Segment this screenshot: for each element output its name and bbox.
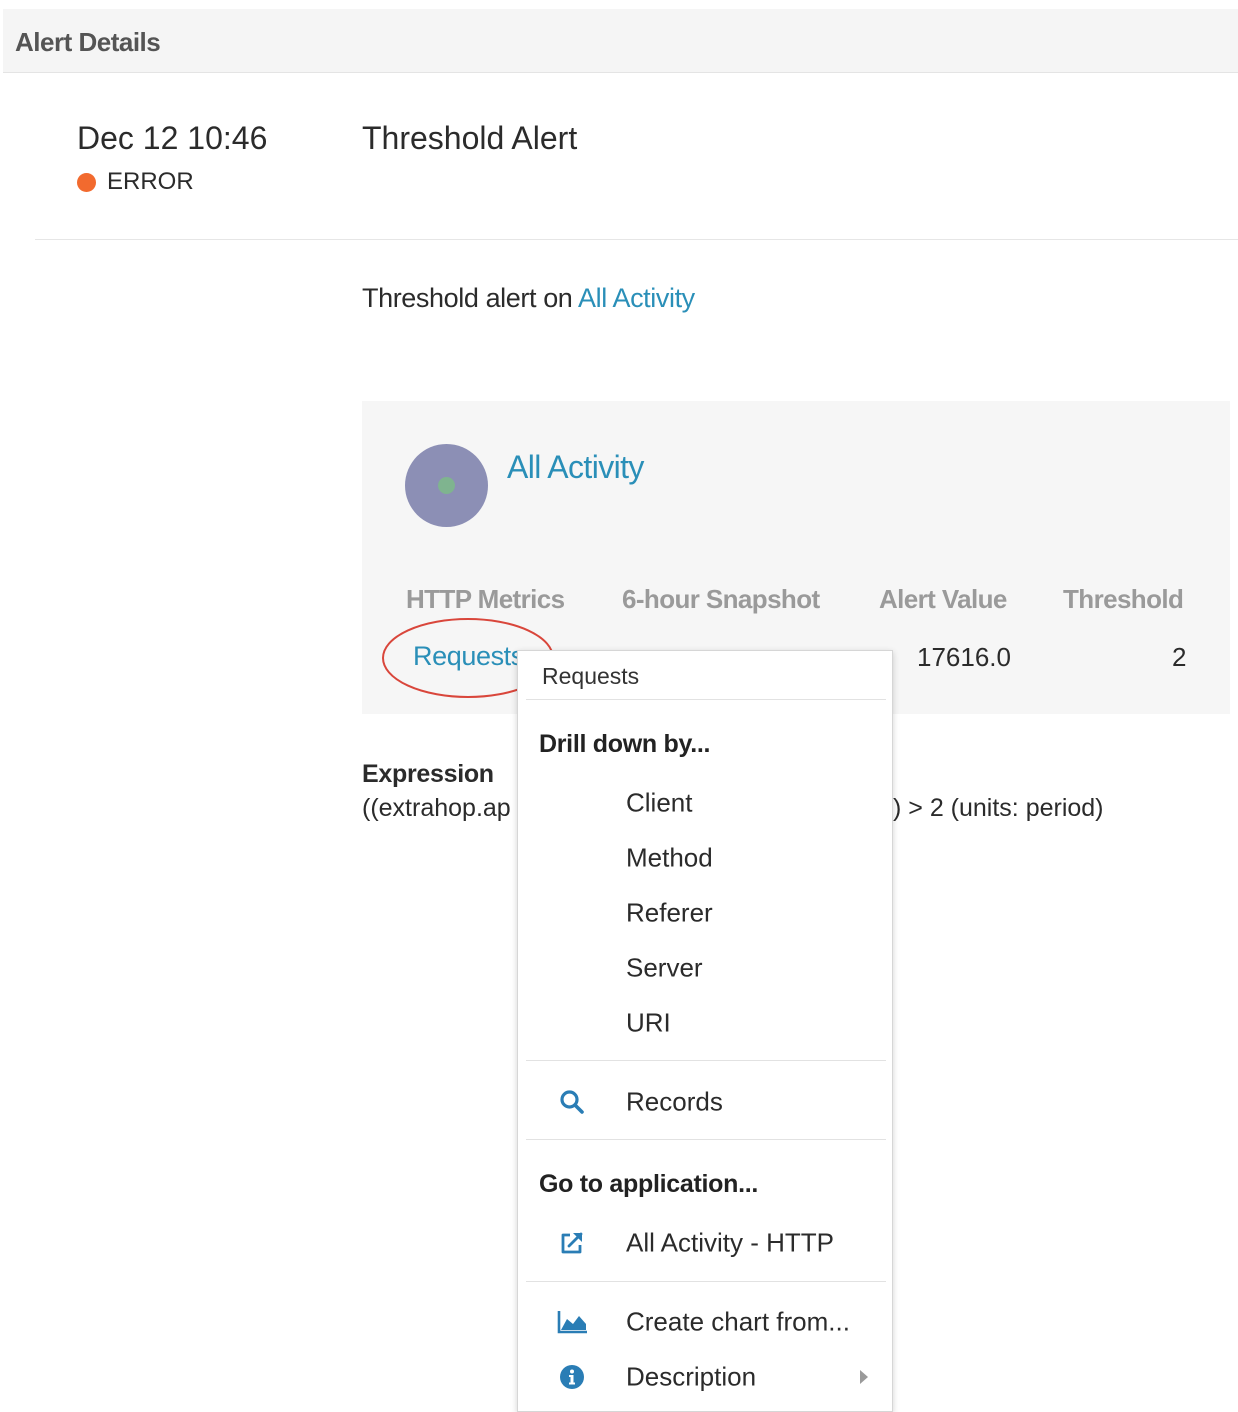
menu-item-label: Records bbox=[626, 1086, 723, 1117]
menu-item-label: All Activity - HTTP bbox=[626, 1227, 835, 1258]
alert-details-header: Alert Details bbox=[3, 9, 1238, 73]
alert-summary: Threshold alert on All Activity bbox=[362, 283, 695, 314]
menu-divider bbox=[526, 699, 886, 700]
alert-type-title: Threshold Alert bbox=[362, 120, 578, 156]
menu-divider bbox=[526, 1281, 886, 1282]
menu-item-label: Method bbox=[626, 842, 713, 873]
metric-context-menu: Requests Drill down by... Client Method … bbox=[517, 650, 893, 1412]
submenu-arrow-icon bbox=[860, 1370, 868, 1384]
threshold-cell: 2 bbox=[1172, 642, 1187, 672]
menu-item-label: Referer bbox=[626, 897, 713, 928]
expression-text-end: ) > 2 (units: period) bbox=[893, 794, 1104, 822]
device-status-dot bbox=[438, 477, 455, 494]
status-label: ERROR bbox=[107, 168, 194, 195]
area-chart-icon bbox=[556, 1306, 588, 1338]
status-dot-icon bbox=[77, 172, 96, 192]
alert-timestamp: Dec 12 10:46 bbox=[77, 120, 268, 156]
application-link-item[interactable]: All Activity - HTTP bbox=[518, 1218, 892, 1268]
alert-value-cell: 17616.0 bbox=[917, 642, 1011, 672]
column-header-alert-value: Alert Value bbox=[879, 584, 1007, 614]
drill-uri-item[interactable]: URI bbox=[518, 998, 892, 1048]
create-chart-item[interactable]: Create chart from... bbox=[518, 1297, 892, 1347]
menu-item-label: Client bbox=[626, 787, 693, 818]
search-icon bbox=[556, 1086, 588, 1118]
column-header-threshold: Threshold bbox=[1063, 584, 1184, 614]
records-item[interactable]: Records bbox=[518, 1077, 892, 1127]
status-badge: ERROR bbox=[77, 168, 194, 196]
menu-item-label: URI bbox=[626, 1007, 671, 1038]
device-name-link[interactable]: All Activity bbox=[507, 449, 644, 486]
expression-label: Expression bbox=[362, 760, 494, 788]
drill-method-item[interactable]: Method bbox=[518, 833, 892, 883]
metric-requests-link[interactable]: Requests bbox=[413, 641, 524, 672]
menu-divider bbox=[526, 1060, 886, 1061]
summary-source-link[interactable]: All Activity bbox=[578, 283, 695, 313]
menu-item-label: Create chart from... bbox=[626, 1306, 850, 1337]
column-header-snapshot: 6-hour Snapshot bbox=[622, 584, 820, 614]
menu-title: Requests bbox=[542, 663, 640, 689]
menu-item-label: Server bbox=[626, 952, 703, 983]
go-to-application-heading: Go to application... bbox=[539, 1170, 759, 1198]
page-title: Alert Details bbox=[15, 27, 161, 57]
description-item[interactable]: Description bbox=[518, 1352, 892, 1402]
device-group-icon bbox=[405, 444, 488, 527]
external-link-icon bbox=[556, 1227, 588, 1259]
info-icon bbox=[556, 1361, 588, 1393]
menu-item-label: Description bbox=[626, 1361, 757, 1392]
summary-prefix: Threshold alert on bbox=[362, 283, 579, 313]
drill-client-item[interactable]: Client bbox=[518, 778, 892, 828]
column-header-metrics: HTTP Metrics bbox=[406, 584, 565, 614]
menu-divider bbox=[526, 1139, 886, 1140]
section-divider bbox=[35, 239, 1238, 240]
drill-server-item[interactable]: Server bbox=[518, 943, 892, 993]
drill-referer-item[interactable]: Referer bbox=[518, 888, 892, 938]
drill-down-heading: Drill down by... bbox=[539, 730, 711, 758]
expression-text-start: ((extrahop.ap bbox=[362, 794, 511, 822]
